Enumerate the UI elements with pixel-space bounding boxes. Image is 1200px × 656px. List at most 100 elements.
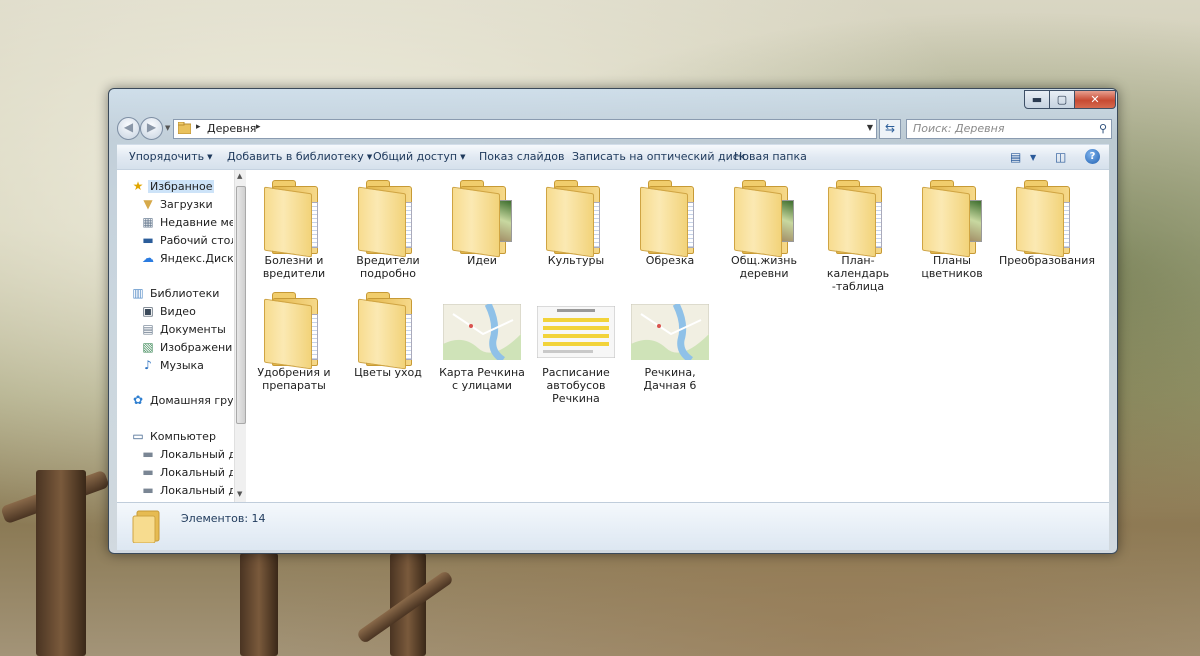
address-bar[interactable]: ▸ Деревня ▸ ▼ [173, 119, 877, 139]
map-image-icon [631, 290, 709, 362]
folder-with-photos-icon [918, 178, 986, 258]
folder-icon [177, 121, 192, 135]
arrow-left-icon: ◀ [123, 120, 134, 134]
scrollbar-thumb[interactable] [236, 186, 246, 424]
file-item-label: Культуры [547, 254, 605, 267]
file-item-label: Удобрения и препараты [257, 366, 331, 392]
file-item-label: Вредители подробно [356, 254, 420, 280]
close-button[interactable]: ✕ [1074, 90, 1116, 109]
libraries-icon: ▥ [132, 286, 144, 300]
file-item[interactable]: Удобрения и препараты [247, 284, 341, 396]
view-options-dropdown-icon[interactable]: ▼ [1030, 153, 1036, 162]
share-label: Общий доступ [373, 150, 458, 163]
share-button[interactable]: Общий доступ ▼ [373, 150, 465, 163]
file-item[interactable]: Обрезка [623, 172, 717, 284]
file-item-label: Болезни и вредители [262, 254, 326, 280]
back-button[interactable]: ◀ [117, 117, 140, 140]
file-item-label: Расписание автобусов Речкина [542, 366, 610, 405]
wallpaper-fence-post [240, 553, 278, 656]
command-bar: Упорядочить ▼ Добавить в библиотеку ▼ Общи… [117, 144, 1109, 169]
details-pane: Элементов: 14 [117, 502, 1109, 550]
new-folder-button[interactable]: Новая папка [734, 150, 807, 163]
explorer-window: ▬ ▢ ✕ ◀ ▶ ▼ ▸ Деревня ▸ ▼ ⇆ Поиск: Дерев… [108, 88, 1118, 554]
file-item-label: Планы цветников [921, 254, 983, 280]
downloads-folder-icon: ▼ [143, 197, 153, 211]
refresh-button[interactable]: ⇆ [879, 119, 901, 139]
breadcrumb-separator-icon[interactable]: ▸ [256, 122, 261, 132]
file-item[interactable]: План-календарь -таблица [811, 172, 905, 293]
file-item-label: Карта Речкина с улицами [439, 366, 525, 392]
maximize-icon: ▢ [1056, 93, 1068, 106]
sidebar-item-label: Компьютер [150, 430, 216, 443]
address-history-dropdown[interactable]: ▼ [867, 123, 873, 132]
chevron-down-icon: ▼ [366, 153, 373, 161]
sidebar-item-label: Загрузки [160, 198, 213, 211]
drive-icon: ▬ [142, 465, 154, 479]
file-item[interactable]: Вредители подробно [341, 172, 435, 284]
help-button[interactable]: ? [1085, 149, 1100, 164]
minimize-button[interactable]: ▬ [1024, 90, 1050, 109]
file-item-label: Обрезка [645, 254, 695, 267]
file-item[interactable]: Культуры [529, 172, 623, 284]
file-item-label: Преобразования [999, 254, 1096, 267]
wallpaper-fence-post [36, 470, 86, 656]
navigation-scrollbar[interactable]: ▲ ▼ [234, 170, 246, 502]
scroll-down-icon[interactable]: ▼ [237, 490, 242, 498]
sidebar-item-label: Локальный диск [160, 484, 233, 497]
file-item[interactable]: Речкина, Дачная 6 [623, 284, 717, 396]
video-icon: ▣ [142, 304, 154, 318]
sidebar-item-label: Музыка [160, 359, 204, 372]
refresh-icon: ⇆ [884, 121, 896, 135]
file-item[interactable]: Расписание автобусов Речкина [529, 284, 623, 405]
preview-pane-icon[interactable]: ◫ [1055, 150, 1066, 164]
schedule-image-icon [537, 290, 615, 362]
music-icon: ♪ [144, 358, 152, 372]
file-item[interactable]: Планы цветников [905, 172, 999, 284]
file-list: Болезни и вредители Вредители подробно Иде… [247, 170, 1109, 502]
search-input[interactable]: Поиск: Деревня ⚲ [906, 119, 1112, 139]
folder-icon [542, 178, 610, 258]
folder-icon [1012, 178, 1080, 258]
breadcrumb-current[interactable]: Деревня [207, 122, 256, 135]
desktop-icon: ▬ [142, 233, 154, 247]
folder-icon [260, 178, 328, 258]
folder-icon [636, 178, 704, 258]
file-item[interactable]: Общ.жизнь деревни [717, 172, 811, 284]
explorer-body: ★ Избранное ▼ Загрузки ▦ Недавние места … [117, 169, 1109, 502]
file-item-label: Речкина, Дачная 6 [643, 366, 697, 392]
slideshow-button[interactable]: Показ слайдов [479, 150, 565, 163]
folder-with-photos-icon [448, 178, 516, 258]
folder-icon [354, 178, 422, 258]
burn-disc-button[interactable]: Записать на оптический диск [572, 150, 745, 163]
search-icon[interactable]: ⚲ [1099, 122, 1107, 135]
folder-icon [354, 290, 422, 370]
file-item[interactable]: Болезни и вредители [247, 172, 341, 284]
folder-with-photos-icon [730, 178, 798, 258]
file-item-label: Общ.жизнь деревни [731, 254, 797, 280]
sidebar-item-label: Локальный диск [160, 466, 233, 479]
recent-pages-dropdown[interactable]: ▼ [165, 124, 170, 132]
maximize-button[interactable]: ▢ [1049, 90, 1075, 109]
sidebar-item-label: Локальный диск [160, 448, 233, 461]
sidebar-item-label: Библиотеки [150, 287, 220, 300]
recent-places-icon: ▦ [142, 215, 154, 229]
add-to-library-button[interactable]: Добавить в библиотеку ▼ [227, 150, 372, 163]
sidebar-item-label: Документы [160, 323, 226, 336]
breadcrumb-separator-icon[interactable]: ▸ [196, 122, 201, 132]
sidebar-item-label: Видео [160, 305, 196, 318]
file-item[interactable]: Идеи [435, 172, 529, 284]
file-item[interactable]: Карта Речкина с улицами [435, 284, 529, 396]
file-item[interactable]: Преобразования [999, 172, 1096, 284]
star-icon: ★ [132, 179, 144, 193]
scroll-up-icon[interactable]: ▲ [237, 172, 242, 180]
file-item[interactable]: Цветы уход [341, 284, 435, 396]
view-options-icon[interactable]: ▤ [1010, 150, 1021, 164]
add-to-library-label: Добавить в библиотеку [227, 150, 364, 163]
organize-button[interactable]: Упорядочить ▼ [129, 150, 213, 163]
documents-icon: ▤ [142, 322, 154, 336]
forward-button[interactable]: ▶ [140, 117, 163, 140]
file-item-label: Цветы уход [354, 366, 422, 379]
sidebar-item-label: Рабочий стол [160, 234, 233, 247]
file-item-label: Идеи [467, 254, 497, 267]
file-item-label: План-календарь -таблица [826, 254, 890, 293]
